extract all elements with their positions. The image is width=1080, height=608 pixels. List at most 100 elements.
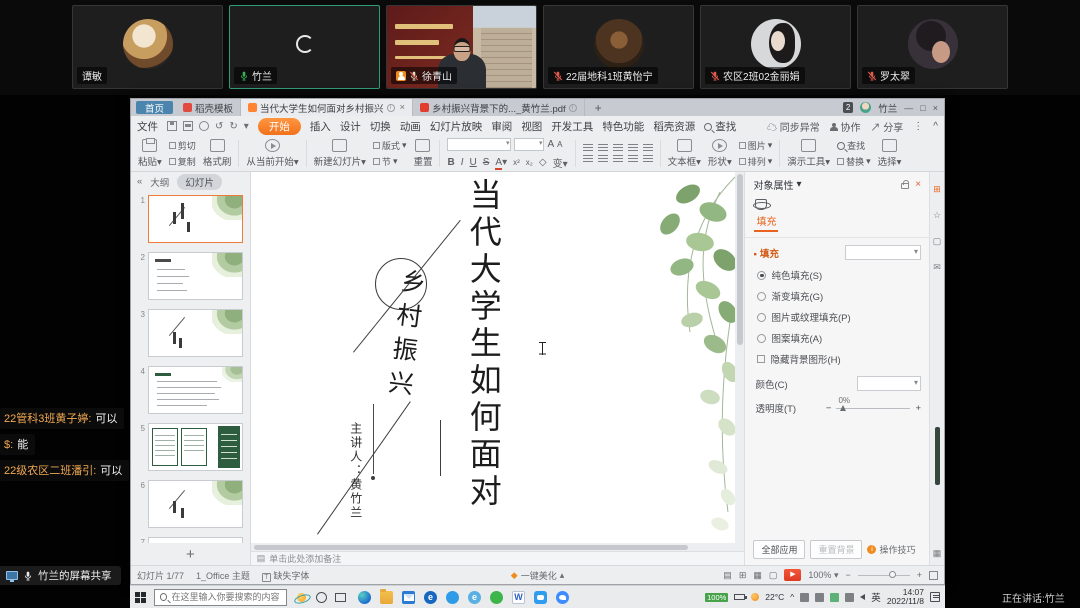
video-tile[interactable]: 罗太翠 bbox=[857, 5, 1008, 89]
lock-icon[interactable] bbox=[901, 183, 909, 189]
normal-view-icon[interactable]: ⊞ bbox=[739, 570, 747, 581]
justify-icon[interactable] bbox=[628, 144, 638, 152]
bold-button[interactable]: B bbox=[447, 157, 454, 168]
tab-home[interactable]: 首页 bbox=[136, 101, 173, 114]
battery-icon[interactable] bbox=[734, 594, 745, 600]
theme-name[interactable]: 1_Office 主题 bbox=[196, 569, 250, 582]
radio-picture-fill[interactable] bbox=[757, 313, 766, 322]
fill-style-dropdown[interactable] bbox=[845, 245, 921, 260]
slide-thumbnail-5[interactable]: 5 bbox=[135, 423, 243, 471]
star-panel-icon[interactable]: ☆ bbox=[933, 210, 941, 221]
browser-e-icon[interactable]: e bbox=[424, 591, 437, 604]
volume-icon[interactable] bbox=[860, 594, 865, 600]
edge-browser-icon[interactable] bbox=[358, 591, 371, 604]
slide-presenter-text[interactable]: 主讲人：黄竹兰 bbox=[348, 422, 365, 532]
print-icon[interactable] bbox=[183, 121, 193, 131]
temperature[interactable]: 22°C bbox=[765, 592, 784, 602]
file-explorer-icon[interactable] bbox=[380, 591, 393, 604]
menu-start[interactable]: 开始 bbox=[258, 118, 301, 135]
menu-find[interactable]: 查找 bbox=[704, 119, 736, 134]
properties-panel-icon[interactable]: ⊞ bbox=[933, 184, 941, 195]
grow-font-button[interactable]: A bbox=[547, 139, 554, 150]
tray-expand-icon[interactable]: ^ bbox=[790, 592, 794, 602]
sync-status[interactable]: ☁ 同步异常 bbox=[767, 119, 820, 134]
qat-caret-icon[interactable]: ▾ bbox=[244, 121, 249, 132]
video-tile[interactable]: 徐青山 bbox=[386, 5, 537, 89]
menu-design[interactable]: 设计 bbox=[340, 119, 361, 134]
layout-button[interactable]: 版式▾ bbox=[373, 139, 407, 152]
zoom-level[interactable]: 100% ▾ bbox=[808, 570, 838, 581]
transparency-slider[interactable]: 0% bbox=[836, 408, 910, 409]
shrink-font-button[interactable]: A bbox=[557, 140, 562, 149]
paste-button[interactable]: 粘贴▾ bbox=[138, 139, 162, 168]
vertical-line-shape[interactable] bbox=[440, 420, 442, 476]
outdent-icon[interactable] bbox=[628, 155, 638, 163]
wps-app-icon[interactable]: W bbox=[512, 591, 525, 604]
task-view-icon[interactable] bbox=[335, 593, 346, 602]
reset-background-button[interactable]: 重置背景 bbox=[810, 540, 862, 559]
tab-slides[interactable]: 幻灯片 bbox=[177, 174, 222, 190]
panel-caret-icon[interactable]: ▾ bbox=[796, 179, 801, 190]
columns-icon[interactable] bbox=[643, 155, 653, 163]
line-spacing-icon[interactable] bbox=[643, 144, 653, 152]
menu-view[interactable]: 视图 bbox=[521, 119, 542, 134]
notes-bar[interactable]: ▤ 单击此处添加备注 bbox=[251, 551, 745, 565]
account-name[interactable]: 竹兰 bbox=[878, 101, 897, 115]
doc-info-icon[interactable]: i bbox=[569, 104, 577, 112]
slide-sorter-icon[interactable]: ▦ bbox=[753, 570, 762, 581]
search-highlights-icon[interactable] bbox=[295, 591, 308, 604]
clock[interactable]: 14:07 2022/11/8 bbox=[887, 588, 924, 606]
video-tile[interactable]: 农区2班02金丽娟 bbox=[700, 5, 851, 89]
video-tile[interactable]: 谭敏 bbox=[72, 5, 223, 89]
preview-icon[interactable] bbox=[199, 121, 209, 131]
tab-presentation-doc[interactable]: 当代大学生如何面对乡村振兴 i × bbox=[241, 99, 413, 116]
mail-icon[interactable] bbox=[402, 591, 415, 604]
new-slide-button[interactable]: 新建幻灯片▾ bbox=[314, 139, 366, 168]
slide-thumbnail-7[interactable]: 7 bbox=[135, 537, 243, 543]
slide-thumbnail-6[interactable]: 6 bbox=[135, 480, 243, 528]
video-tile[interactable]: 22届地科1班黄怡宁 bbox=[543, 5, 694, 89]
tim-app-icon[interactable] bbox=[556, 591, 569, 604]
tab-pdf-doc[interactable]: 乡村振兴背景下的..._黄竹兰.pdf i bbox=[413, 99, 585, 116]
zoom-in-icon[interactable]: + bbox=[917, 570, 922, 580]
ime-indicator[interactable]: 英 bbox=[871, 590, 881, 604]
screen-share-badge[interactable]: 竹兰的屏幕共享 bbox=[0, 566, 121, 585]
taskbar-search[interactable] bbox=[154, 589, 287, 606]
subscript-button[interactable]: x₂ bbox=[526, 158, 533, 167]
panel-scrollbar-thumb[interactable] bbox=[935, 427, 940, 485]
collaborate-button[interactable]: 协作 bbox=[830, 119, 861, 134]
tab-docer-templates[interactable]: 稻壳模板 bbox=[176, 99, 241, 116]
new-tab-button[interactable]: + bbox=[585, 99, 612, 116]
find-button[interactable]: 查找 bbox=[837, 139, 871, 152]
action-center-icon[interactable] bbox=[930, 592, 940, 602]
sync-tray-icon[interactable] bbox=[830, 593, 839, 602]
menu-transition[interactable]: 切换 bbox=[370, 119, 391, 134]
pen-tray-icon[interactable] bbox=[800, 593, 809, 602]
radio-solid-fill[interactable] bbox=[757, 271, 766, 280]
security-app-icon[interactable] bbox=[490, 591, 503, 604]
mail-panel-icon[interactable]: ✉ bbox=[933, 262, 941, 273]
font-name-input[interactable] bbox=[447, 138, 511, 151]
indent-icon[interactable] bbox=[613, 155, 623, 163]
menu-file[interactable]: 文件 bbox=[137, 119, 158, 134]
radio-gradient-fill[interactable] bbox=[757, 292, 766, 301]
notification-count-badge[interactable]: 2 bbox=[843, 102, 853, 113]
collapse-ribbon-icon[interactable]: ^ bbox=[933, 121, 938, 132]
slider-thumb[interactable] bbox=[840, 405, 846, 411]
reading-view-icon[interactable]: ▢ bbox=[769, 570, 778, 581]
radio-pattern-fill[interactable] bbox=[757, 334, 766, 343]
zoom-out-icon[interactable]: − bbox=[845, 570, 850, 580]
undo-icon[interactable]: ↺ bbox=[215, 121, 223, 132]
share-button[interactable]: ↗ 分享 bbox=[871, 119, 904, 134]
slide-thumbnail-1[interactable]: 1 bbox=[135, 195, 243, 243]
cut-button[interactable]: 剪切 bbox=[169, 139, 196, 152]
tab-fill[interactable]: 填充 bbox=[754, 212, 778, 232]
search-input[interactable] bbox=[171, 592, 281, 602]
redo-icon[interactable]: ↻ bbox=[229, 121, 237, 132]
menu-slideshow[interactable]: 幻灯片放映 bbox=[430, 119, 483, 134]
slide-canvas[interactable]: 当代大学生如何面对 乡村振兴 主讲人：黄竹兰 bbox=[251, 172, 736, 543]
arrange-button[interactable]: 排列▾ bbox=[739, 155, 773, 168]
app-blue-icon[interactable] bbox=[446, 591, 459, 604]
align-left-icon[interactable] bbox=[583, 144, 593, 152]
more-menu-icon[interactable]: ⋮ bbox=[913, 121, 923, 132]
